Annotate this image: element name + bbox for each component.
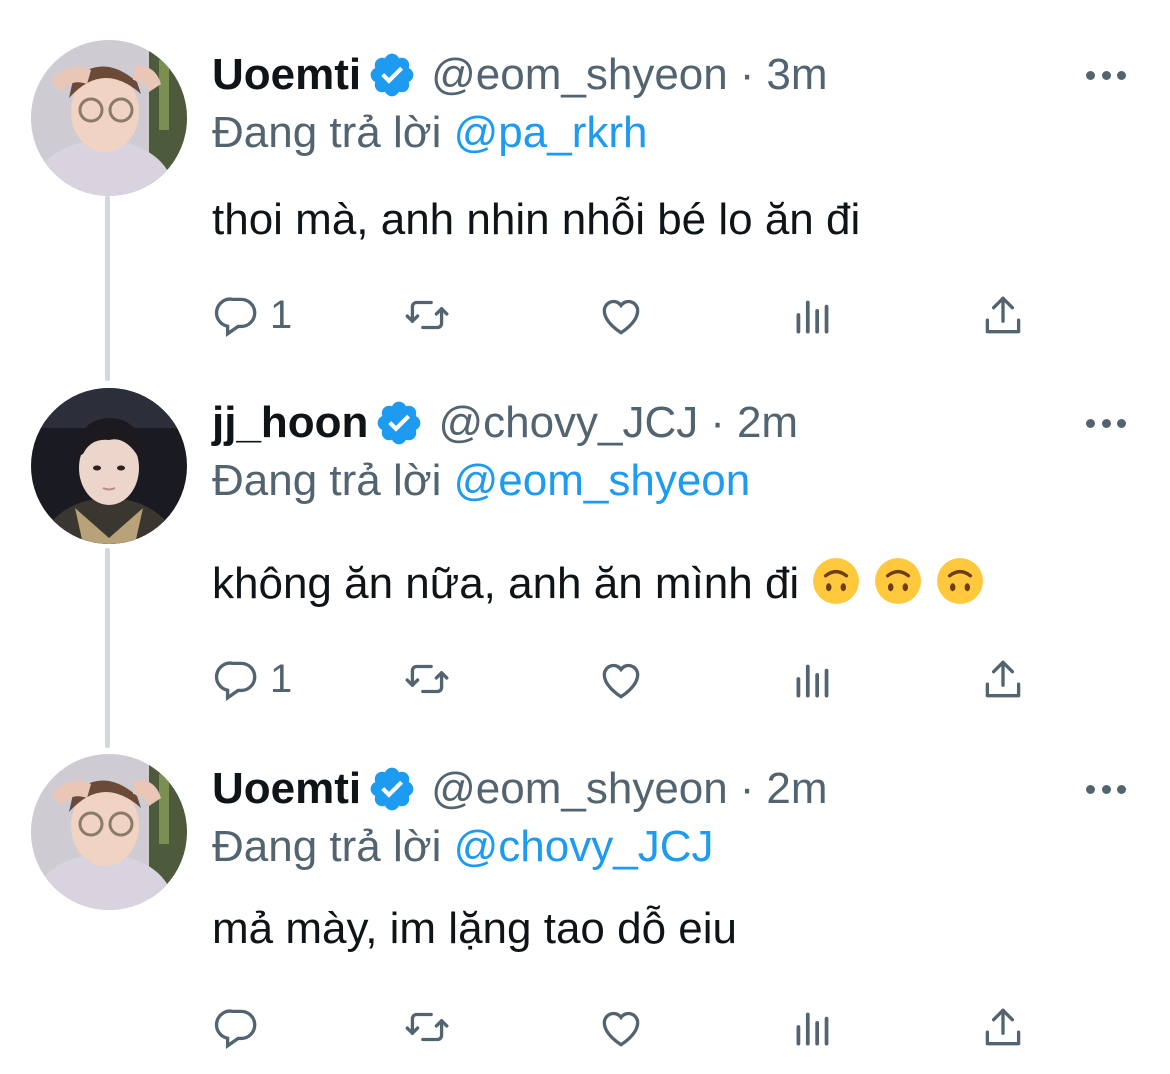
share-button[interactable] [978,654,1028,704]
display-name[interactable]: Uoemti [212,50,361,100]
more-icon[interactable] [1086,774,1126,804]
like-button[interactable] [596,1002,646,1052]
mention-link[interactable]: @chovy_JCJ [454,822,714,871]
analytics-icon [796,1012,829,1046]
replying-to: Đang trả lời @eom_shyeon [212,456,750,506]
tweet[interactable]: Uoemti @eom_shyeon · 3m Đang trả lời @pa… [0,40,1170,360]
analytics-icon [796,664,829,698]
upside-down-face-icon [873,556,923,606]
avatar-uoemti-image [31,40,187,196]
handle[interactable]: @chovy_JCJ [438,398,698,448]
upside-down-face-icon [811,556,861,606]
retweet-icon [405,1012,449,1042]
tweet[interactable]: jj_hoon @chovy_JCJ · 2m Đang trả lời @eo… [0,388,1170,708]
share-icon [985,296,1021,334]
like-icon [602,299,640,335]
analytics-button[interactable] [788,654,838,704]
display-name[interactable]: Uoemti [212,764,361,814]
verified-badge-icon [367,764,417,814]
reply-button[interactable]: 1 [212,290,292,340]
separator: · [739,764,755,813]
replying-prefix: Đang trả lời [212,108,442,157]
replying-to: Đang trả lời @chovy_JCJ [212,822,713,872]
like-icon [602,1011,640,1047]
avatar[interactable] [31,754,187,910]
avatar-jj-hoon-image [31,388,187,544]
retweet-button[interactable] [402,654,452,704]
more-icon[interactable] [1086,408,1126,438]
verified-badge-icon [374,398,424,448]
reply-count: 1 [270,656,293,701]
action-bar: 1 [212,654,1032,704]
tweet-header: Uoemti @eom_shyeon · 3m [212,40,828,110]
reply-icon [214,297,257,337]
timestamp[interactable]: 2m [766,764,827,814]
replying-prefix: Đang trả lời [212,822,442,871]
like-button[interactable] [596,290,646,340]
action-bar [212,1002,1032,1052]
verified-badge-icon [367,50,417,100]
retweet-button[interactable] [402,1002,452,1052]
share-button[interactable] [978,1002,1028,1052]
like-button[interactable] [596,654,646,704]
timestamp[interactable]: 3m [766,50,827,100]
reply-count: 1 [270,292,293,337]
mention-link[interactable]: @pa_rkrh [454,108,648,157]
replying-to: Đang trả lời @pa_rkrh [212,108,647,158]
reply-icon [214,661,257,701]
retweet-icon [405,664,449,694]
display-name[interactable]: jj_hoon [212,398,368,448]
analytics-icon [796,300,829,334]
tweet[interactable]: Uoemti @eom_shyeon · 2m Đang trả lời @ch… [0,754,1170,1064]
avatar[interactable] [31,388,187,544]
share-icon [985,660,1021,698]
tweet-text: không ăn nữa, anh ăn mình đi [212,559,800,608]
tweet-header: Uoemti @eom_shyeon · 2m [212,754,828,824]
share-button[interactable] [978,290,1028,340]
reply-button[interactable] [212,1002,270,1052]
replying-prefix: Đang trả lời [212,456,442,505]
reply-icon [214,1009,257,1049]
analytics-button[interactable] [788,1002,838,1052]
tweet-text-row: không ăn nữa, anh ăn mình đi [212,556,985,609]
handle[interactable]: @eom_shyeon [431,764,728,814]
action-bar: 1 [212,290,1032,340]
mention-link[interactable]: @eom_shyeon [454,456,751,505]
retweet-icon [405,300,449,330]
reply-button[interactable]: 1 [212,654,292,704]
avatar[interactable] [31,40,187,196]
analytics-button[interactable] [788,290,838,340]
more-icon[interactable] [1086,60,1126,90]
share-icon [985,1008,1021,1046]
avatar-uoemti-image [31,754,187,910]
tweet-text: mả mày, im lặng tao dỗ eiu [212,904,737,953]
like-icon [602,663,640,699]
separator: · [710,398,725,447]
handle[interactable]: @eom_shyeon [431,50,728,100]
retweet-button[interactable] [402,290,452,340]
tweet-header: jj_hoon @chovy_JCJ · 2m [212,388,798,458]
timestamp[interactable]: 2m [737,398,798,448]
tweet-text: thoi mà, anh nhin nhỗi bé lo ăn đi [212,195,861,244]
upside-down-face-icon [935,556,985,606]
separator: · [739,50,755,99]
